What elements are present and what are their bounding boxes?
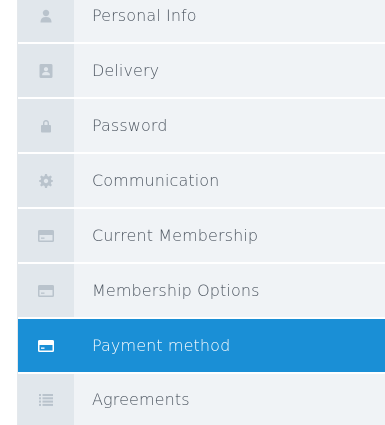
menu-item-label: Membership Options	[92, 281, 260, 300]
menu-item-label: Agreements	[92, 390, 190, 409]
credit-card-icon	[18, 209, 74, 262]
menu-item-delivery[interactable]: Delivery	[18, 44, 385, 99]
user-icon	[18, 0, 74, 42]
menu-item-label: Payment method	[92, 336, 231, 355]
menu-item-membership-options[interactable]: Membership Options	[18, 264, 385, 319]
menu-item-label: Current Membership	[92, 226, 259, 245]
menu-item-communication[interactable]: Communication	[18, 154, 385, 209]
menu-item-label: Personal Info	[92, 6, 197, 25]
menu-item-label: Communication	[92, 171, 220, 190]
menu-item-payment-method[interactable]: Payment method	[18, 319, 385, 374]
lock-icon	[18, 99, 74, 152]
menu-item-label: Password	[92, 116, 168, 135]
account-settings-menu: Personal Info Delivery Password Communic…	[17, 0, 385, 425]
address-card-icon	[18, 44, 74, 97]
list-icon	[18, 374, 74, 425]
credit-card-icon	[18, 264, 74, 317]
menu-item-label: Delivery	[92, 61, 160, 80]
menu-item-personal-info[interactable]: Personal Info	[18, 0, 385, 44]
menu-item-agreements[interactable]: Agreements	[18, 374, 385, 425]
gear-icon	[18, 154, 74, 207]
credit-card-icon	[18, 319, 74, 372]
menu-item-password[interactable]: Password	[18, 99, 385, 154]
menu-item-current-membership[interactable]: Current Membership	[18, 209, 385, 264]
